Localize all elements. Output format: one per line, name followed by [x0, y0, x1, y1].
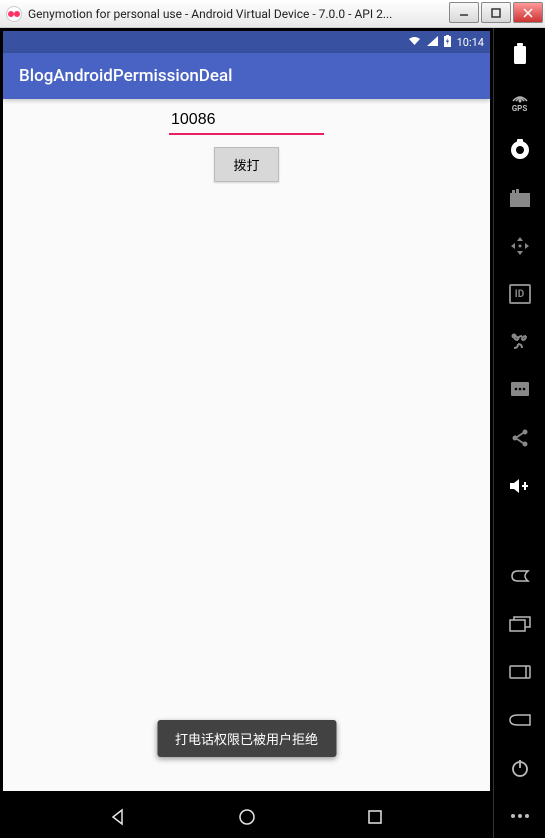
screencast-icon[interactable]: [508, 186, 532, 210]
minimize-button[interactable]: [449, 2, 479, 23]
wifi-icon: [408, 36, 421, 49]
sms-icon[interactable]: [508, 378, 532, 402]
gps-label: GPS: [512, 104, 528, 113]
window-controls: [449, 2, 543, 23]
close-button[interactable]: [513, 2, 543, 23]
dial-button[interactable]: 拨打: [214, 147, 278, 182]
network-icon[interactable]: [508, 330, 532, 354]
signal-icon: [427, 36, 438, 49]
app-title: BlogAndroidPermissionDeal: [19, 66, 233, 86]
nav-back-icon[interactable]: [508, 564, 532, 588]
app-bar: BlogAndroidPermissionDeal: [3, 53, 490, 99]
move-icon[interactable]: [508, 234, 532, 258]
status-time: 10:14: [457, 36, 484, 49]
battery-icon[interactable]: [508, 42, 532, 66]
android-nav-bar: [3, 796, 490, 838]
more-icon[interactable]: [508, 804, 532, 828]
id-label: ID: [509, 284, 531, 304]
id-icon[interactable]: ID: [508, 282, 532, 306]
window-title: Genymotion for personal use - Android Vi…: [28, 7, 392, 21]
rotate-landscape-icon[interactable]: [508, 660, 532, 684]
genymotion-icon: [6, 6, 22, 22]
home-button[interactable]: [233, 803, 261, 831]
android-status-bar: 10:14: [3, 31, 490, 53]
share-icon[interactable]: [508, 426, 532, 450]
volume-up-icon[interactable]: [508, 474, 532, 498]
maximize-button[interactable]: [481, 2, 511, 23]
phone-input[interactable]: [169, 107, 324, 135]
back-button[interactable]: [104, 803, 132, 831]
device-screen: 10:14 BlogAndroidPermissionDeal 拨打 打电话权限…: [3, 31, 490, 791]
toast-message: 打电话权限已被用户拒绝: [157, 720, 336, 757]
battery-icon: [444, 35, 451, 50]
gps-icon[interactable]: GPS: [508, 90, 532, 114]
app-content: 拨打: [3, 99, 490, 182]
device-area: 10:14 BlogAndroidPermissionDeal 拨打 打电话权限…: [0, 28, 493, 838]
rotate-portrait-icon[interactable]: [508, 708, 532, 732]
camera-icon[interactable]: [508, 138, 532, 162]
power-icon[interactable]: [508, 756, 532, 780]
genymotion-sidebar: GPS ID: [493, 28, 545, 838]
window-titlebar: Genymotion for personal use - Android Vi…: [0, 0, 545, 28]
recents-button[interactable]: [361, 803, 389, 831]
multiwindow-icon[interactable]: [508, 612, 532, 636]
